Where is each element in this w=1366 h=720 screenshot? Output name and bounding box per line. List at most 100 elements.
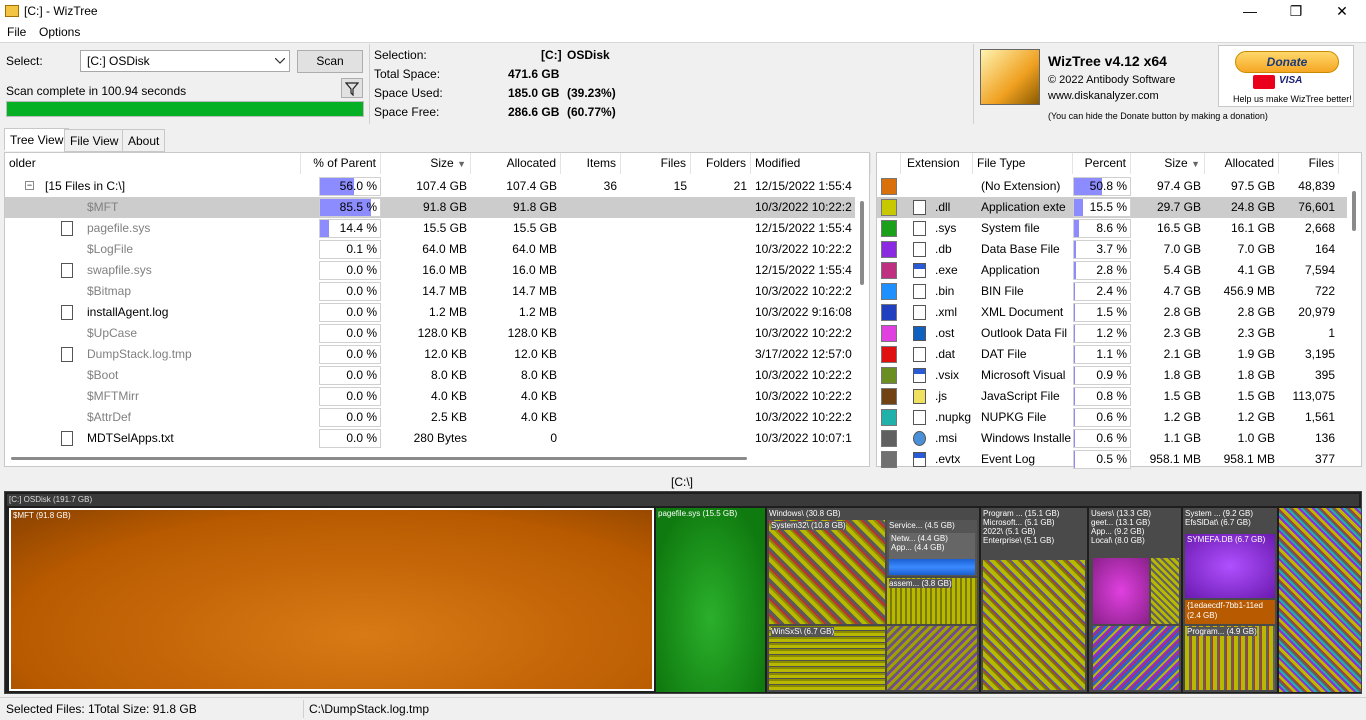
- tree-vscrollbar[interactable]: [857, 197, 869, 453]
- extension-row[interactable]: .dat DAT File 1.1 % 2.1 GB 1.9 GB 3,195: [877, 344, 1347, 365]
- minimize-button[interactable]: —: [1227, 0, 1273, 23]
- treemap-users-misc-block[interactable]: [1093, 626, 1179, 690]
- tree-row[interactable]: DumpStack.log.tmp 0.0 % 12.0 KB 12.0 KB 3/17…: [5, 344, 855, 365]
- drive-select[interactable]: [C:] OSDisk: [80, 50, 290, 72]
- treemap-mft-block[interactable]: $MFT (91.8 GB): [9, 508, 654, 691]
- collapse-icon[interactable]: −: [25, 181, 34, 190]
- treemap-other-block[interactable]: [1279, 508, 1361, 692]
- treemap-ost-block[interactable]: [1093, 558, 1149, 624]
- treemap[interactable]: [C:] OSDisk (191.7 GB) $MFT (91.8 GB) pa…: [4, 491, 1362, 694]
- maximize-button[interactable]: ❐: [1273, 0, 1319, 23]
- extension-row[interactable]: .dll Application exte 15.5 % 29.7 GB 24.8 GB…: [877, 197, 1347, 218]
- donate-button[interactable]: Donate: [1235, 51, 1339, 73]
- color-swatch: [881, 346, 897, 363]
- treemap-symefa-label: SYMEFA.DB (6.7 GB): [1187, 535, 1266, 544]
- treemap-pagefile-block[interactable]: pagefile.sys (15.5 GB): [656, 508, 765, 692]
- tab-tree-view[interactable]: Tree View: [4, 128, 70, 151]
- tree-vscroll-thumb[interactable]: [860, 201, 864, 285]
- extension-row[interactable]: .vsix Microsoft Visual 0.9 % 1.8 GB 1.8 GB 39…: [877, 365, 1347, 386]
- menu-file[interactable]: File: [7, 25, 26, 39]
- extension-row[interactable]: (No Extension) 50.8 % 97.4 GB 97.5 GB 48,839: [877, 176, 1347, 197]
- tree-cell-items: [561, 239, 621, 260]
- col-size[interactable]: Size ▼: [381, 153, 471, 174]
- pct-value: 0.1 %: [346, 242, 377, 256]
- treemap-symefa-block[interactable]: SYMEFA.DB (6.7 GB): [1185, 534, 1275, 598]
- col-ext-files[interactable]: Files: [1279, 153, 1339, 174]
- treemap-system32-block[interactable]: System32\ (10.8 GB): [769, 520, 885, 624]
- treemap-assem-block[interactable]: assem... (3.8 GB): [887, 578, 977, 624]
- tree-cell-folders: [691, 302, 751, 323]
- scan-button[interactable]: Scan: [297, 50, 363, 73]
- col-ext-size-label: Size: [1164, 156, 1188, 170]
- ext-cell-size: 5.4 GB: [1163, 263, 1201, 277]
- ext-cell: .dll: [935, 200, 951, 214]
- extension-row[interactable]: .nupkg NUPKG File 0.6 % 1.2 GB 1.2 GB 1,561: [877, 407, 1347, 428]
- col-ext-allocated[interactable]: Allocated: [1205, 153, 1279, 174]
- pct-bar-fill: [1074, 262, 1076, 279]
- tree-cell-modified: 3/17/2022 12:57:0: [755, 347, 852, 361]
- tree-row[interactable]: $Boot 0.0 % 8.0 KB 8.0 KB 10/3/2022 10:22:2: [5, 365, 855, 386]
- tree-row[interactable]: $LogFile 0.1 % 64.0 MB 64.0 MB 10/3/2022 10:…: [5, 239, 855, 260]
- treemap-program2-block[interactable]: Program... (4.9 GB): [1185, 626, 1275, 690]
- extension-row[interactable]: .ost Outlook Data Fil 1.2 % 2.3 GB 2.3 GB 1: [877, 323, 1347, 344]
- treemap-winsxs-block[interactable]: WinSxS\ (6.7 GB): [769, 626, 885, 690]
- tree-row[interactable]: $MFTMirr 0.0 % 4.0 KB 4.0 KB 10/3/2022 10:22…: [5, 386, 855, 407]
- extension-row[interactable]: .msi Windows Installe 0.6 % 1.1 GB 1.0 GB 136: [877, 428, 1347, 449]
- extension-row[interactable]: .sys System file 8.6 % 16.5 GB 16.1 GB 2,668: [877, 218, 1347, 239]
- tree-hscroll-thumb[interactable]: [11, 457, 747, 460]
- tab-about[interactable]: About: [122, 129, 166, 152]
- tree-row[interactable]: installAgent.log 0.0 % 1.2 MB 1.2 MB 10/3/20…: [5, 302, 855, 323]
- extension-row[interactable]: .evtx Event Log 0.5 % 958.1 MB 958.1 MB 377: [877, 449, 1347, 470]
- col-items[interactable]: Items: [561, 153, 621, 174]
- donate-panel[interactable]: Donate VISA Help us make WizTree better!: [1218, 45, 1354, 107]
- col-folders[interactable]: Folders: [691, 153, 751, 174]
- col-file-type[interactable]: File Type: [973, 153, 1073, 174]
- ext-vscrollbar[interactable]: [1349, 175, 1361, 465]
- col-allocated[interactable]: Allocated: [471, 153, 561, 174]
- ext-vscroll-thumb[interactable]: [1352, 191, 1356, 231]
- treemap-guid-block[interactable]: {1edaecdf-7bb1-11ed (2.4 GB): [1185, 600, 1275, 624]
- col-pct-parent[interactable]: % of Parent: [301, 153, 381, 174]
- type-cell: JavaScript File: [981, 389, 1060, 403]
- close-button[interactable]: ✕: [1319, 0, 1365, 23]
- sort-desc-icon: ▼: [457, 159, 466, 169]
- extension-row[interactable]: .db Data Base File 3.7 % 7.0 GB 7.0 GB 164: [877, 239, 1347, 260]
- tree-row[interactable]: MDTSelApps.txt 0.0 % 280 Bytes 0 10/3/2022 1…: [5, 428, 855, 449]
- menu-options[interactable]: Options: [39, 25, 80, 39]
- pct-value: 0.0 %: [346, 368, 377, 382]
- treemap-app-label: App... (4.4 GB): [891, 543, 945, 552]
- treemap-netw-block[interactable]: Netw... (4.4 GB) App... (4.4 GB): [889, 533, 975, 575]
- extension-row[interactable]: .xml XML Document 1.5 % 2.8 GB 2.8 GB 20,979: [877, 302, 1347, 323]
- tree-row[interactable]: $Bitmap 0.0 % 14.7 MB 14.7 MB 10/3/2022 10:2…: [5, 281, 855, 302]
- app-icon: [913, 452, 926, 467]
- tree-row[interactable]: − [15 Files in C:\] 56.0 % 107.4 GB 107.4 GB…: [5, 176, 855, 197]
- col-folder[interactable]: older: [5, 153, 301, 174]
- tree-row[interactable]: $UpCase 0.0 % 128.0 KB 128.0 KB 10/3/2022 10…: [5, 323, 855, 344]
- treemap-root-label: [C:] OSDisk (191.7 GB): [7, 494, 1359, 506]
- col-ext-size[interactable]: Size ▼: [1131, 153, 1205, 174]
- ext-cell-allocated: 24.8 GB: [1230, 200, 1275, 214]
- col-files[interactable]: Files: [621, 153, 691, 174]
- gear-icon: [913, 200, 926, 215]
- extension-row[interactable]: .bin BIN File 2.4 % 4.7 GB 456.9 MB 722: [877, 281, 1347, 302]
- card-icons: VISA: [1253, 75, 1323, 89]
- website-link[interactable]: www.diskanalyzer.com: [1048, 90, 1159, 102]
- treemap-local-misc-block[interactable]: [1151, 558, 1179, 624]
- tab-file-view[interactable]: File View: [64, 129, 125, 152]
- extension-row[interactable]: .js JavaScript File 0.8 % 1.5 GB 1.5 GB 113,0…: [877, 386, 1347, 407]
- type-cell: Application exte: [981, 200, 1066, 214]
- tree-row[interactable]: swapfile.sys 0.0 % 16.0 MB 16.0 MB 12/15/202…: [5, 260, 855, 281]
- tree-row[interactable]: $AttrDef 0.0 % 2.5 KB 4.0 KB 10/3/2022 10:22…: [5, 407, 855, 428]
- col-extension[interactable]: Extension: [901, 153, 973, 174]
- filter-button[interactable]: [341, 78, 363, 98]
- treemap-enterprise-block[interactable]: [983, 560, 1085, 690]
- tree-row[interactable]: $MFT 85.5 % 91.8 GB 91.8 GB 10/3/2022 10:22:…: [5, 197, 855, 218]
- treemap-enterprise-label: Enterprise\ (5.1 GB): [983, 536, 1055, 545]
- extension-row[interactable]: .exe Application 2.8 % 5.4 GB 4.1 GB 7,594: [877, 260, 1347, 281]
- tree-row[interactable]: pagefile.sys 14.4 % 15.5 GB 15.5 GB 12/15/20…: [5, 218, 855, 239]
- col-percent[interactable]: Percent: [1073, 153, 1131, 174]
- tree-cell-folders: [691, 218, 751, 239]
- treemap-misc-block[interactable]: [887, 626, 977, 690]
- type-cell: BIN File: [981, 284, 1024, 298]
- col-modified[interactable]: Modified: [751, 153, 871, 174]
